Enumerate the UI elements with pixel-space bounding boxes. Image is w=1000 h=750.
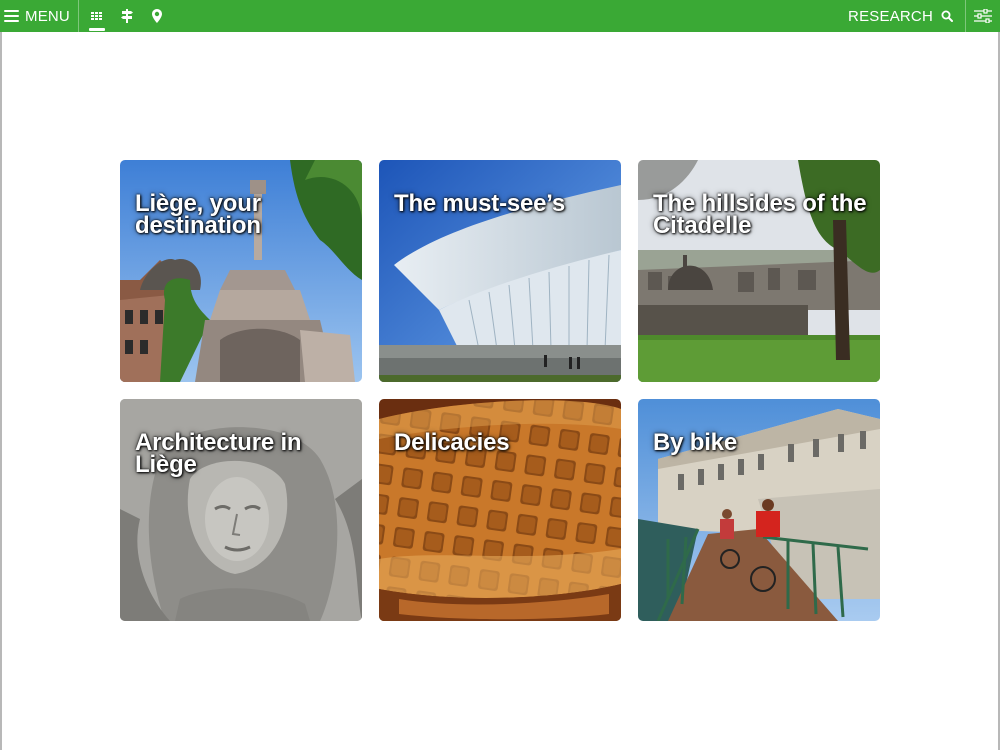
tile-title: Delicacies <box>394 429 510 456</box>
menu-label: MENU <box>25 7 70 25</box>
research-label: RESEARCH <box>848 7 933 25</box>
header-separator <box>77 0 79 32</box>
grid-view-button[interactable] <box>82 0 112 32</box>
tile-title: The must-see’s <box>394 190 566 217</box>
research-button[interactable]: RESEARCH <box>838 0 965 32</box>
menu-button[interactable]: MENU <box>0 0 78 32</box>
tile-title: By bike <box>653 429 737 456</box>
top-navigation-bar: MENU RESEARCH <box>0 0 1000 32</box>
filter-sliders-icon <box>974 9 992 23</box>
signpost-icon <box>120 9 133 23</box>
tile-citadelle-hillsides[interactable]: The hillsides of the Citadelle <box>638 160 880 382</box>
tile-by-bike[interactable]: By bike <box>638 399 880 621</box>
tile-title: The hillsides of the Citadelle <box>653 190 867 239</box>
tile-title: Liège, your destination <box>135 190 261 239</box>
filter-button[interactable] <box>966 0 1000 32</box>
tile-title: Architecture in Liège <box>135 429 302 478</box>
tile-delicacies[interactable]: Delicacies <box>379 399 621 621</box>
hamburger-icon <box>4 10 19 22</box>
tile-architecture[interactable]: Architecture in Liège <box>120 399 362 621</box>
grid-view-icon <box>91 12 103 20</box>
map-view-button[interactable] <box>142 0 172 32</box>
map-pin-icon <box>151 9 162 23</box>
tile-must-sees[interactable]: The must-see’s <box>379 160 621 382</box>
tile-liege-destination[interactable]: Liège, your destination <box>120 160 362 382</box>
content-frame <box>0 32 1000 750</box>
signpost-view-button[interactable] <box>112 0 142 32</box>
search-icon <box>941 10 953 22</box>
